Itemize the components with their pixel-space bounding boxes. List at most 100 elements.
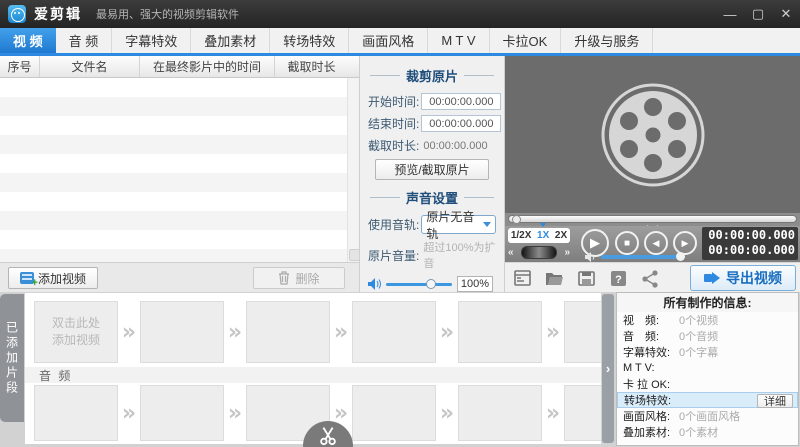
rewind-button[interactable]: «	[508, 247, 514, 258]
file-list-actions: 添加视频 删除	[0, 262, 360, 292]
added-clips-tab[interactable]: 已添加片段	[0, 294, 24, 422]
tab-subtitle-fx[interactable]: 字幕特效	[112, 28, 192, 53]
audio-track-select[interactable]: 原片无音轨	[421, 210, 496, 241]
speed-half-button[interactable]: 1/2X	[511, 230, 532, 241]
add-video-icon	[19, 272, 38, 289]
volume-slider-thumb[interactable]	[425, 278, 436, 289]
save-icon[interactable]	[577, 269, 596, 288]
scissors-icon	[320, 427, 336, 446]
column-filename: 文件名	[40, 56, 140, 77]
clip-section-title: 裁剪原片	[370, 66, 495, 85]
video-slot-placeholder[interactable]: 双击此处 添加视频	[34, 301, 118, 363]
video-slot[interactable]	[140, 301, 224, 363]
audio-slot[interactable]	[564, 385, 601, 441]
export-video-button[interactable]: 导出视频	[690, 265, 796, 291]
video-preview	[505, 56, 800, 213]
info-row-style: 画面风格: 0个画面风格	[623, 411, 741, 423]
transition-arrow-icon[interactable]: »	[118, 401, 140, 426]
end-time-input[interactable]	[421, 115, 502, 132]
info-panel-title: 所有制作的信息:	[617, 293, 798, 312]
info-row-overlay: 叠加素材: 0个素材	[623, 427, 719, 439]
audio-slot[interactable]	[34, 385, 118, 441]
column-final-time: 在最终影片中的时间	[140, 56, 275, 77]
clip-settings-panel: 裁剪原片 开始时间: 结束时间: 截取时长: 00:00:00.000 预览/截…	[360, 56, 505, 348]
file-list-scrollbar[interactable]	[347, 78, 360, 262]
export-icon	[704, 272, 720, 284]
maximize-button[interactable]: ▢	[744, 0, 772, 28]
column-clip-length: 截取时长	[287, 60, 336, 74]
tab-video[interactable]: 视 频	[0, 28, 56, 53]
audio-track-label: 音 频	[39, 368, 73, 383]
tab-upgrade[interactable]: 升级与服务	[561, 28, 654, 53]
transition-arrow-icon[interactable]: »	[330, 320, 352, 345]
audio-track-label: 使用音轨:	[368, 218, 420, 232]
transition-arrow-icon[interactable]: »	[542, 320, 564, 345]
production-info-panel: 所有制作的信息: 视 频: 0个视频 音 频: 0个音频 字幕特效: 0个字幕 M T…	[616, 292, 799, 446]
player-volume-slider[interactable]	[601, 252, 685, 261]
start-time-input[interactable]	[421, 93, 502, 110]
add-video-label: 添加视频	[37, 271, 86, 286]
transition-arrow-icon[interactable]: »	[436, 401, 458, 426]
audio-track-value: 原片无音轨	[426, 209, 475, 241]
transition-arrow-icon[interactable]: »	[542, 401, 564, 426]
open-folder-icon[interactable]	[545, 269, 564, 288]
info-row-karaoke: 卡 拉 OK:	[623, 379, 671, 391]
audio-slot[interactable]	[140, 385, 224, 441]
time-total: 00:00:00.000	[708, 243, 795, 257]
tab-transition-fx[interactable]: 转场特效	[270, 28, 350, 53]
time-display: 00:00:00.000 00:00:00.000	[702, 227, 798, 260]
preview-clip-button[interactable]: 预览/截取原片	[375, 159, 489, 180]
time-elapsed: 00:00:00.000	[708, 228, 795, 242]
tab-mtv[interactable]: M T V	[428, 28, 490, 53]
speed-1x-button[interactable]: 1X	[537, 223, 549, 241]
minimize-button[interactable]: —	[716, 0, 744, 28]
info-row-mtv: M T V:	[623, 362, 655, 374]
transition-arrow-icon[interactable]: »	[436, 320, 458, 345]
fast-forward-button[interactable]: »	[564, 247, 570, 258]
tab-overlay[interactable]: 叠加素材	[191, 28, 271, 53]
transition-arrow-icon[interactable]: »	[224, 320, 246, 345]
seek-bar-row	[505, 213, 800, 226]
share-icon[interactable]	[641, 269, 660, 288]
app-name: 爱剪辑	[34, 6, 82, 22]
help-icon[interactable]: ?	[609, 269, 628, 288]
close-button[interactable]: ✕	[772, 0, 800, 28]
audio-track-strip: 音 频	[25, 367, 601, 383]
video-slot[interactable]	[352, 301, 436, 363]
info-row-subtitle: 字幕特效: 0个字幕	[623, 347, 719, 359]
seek-thumb[interactable]	[512, 215, 521, 224]
app-logo-icon	[8, 5, 26, 23]
speed-2x-button[interactable]: 2X	[555, 230, 567, 241]
tab-picture-style[interactable]: 画面风格	[349, 28, 429, 53]
volume-slider[interactable]	[386, 278, 452, 289]
info-row-transition: 转场特效: 详细	[617, 392, 798, 408]
volume-hint: 超过100%为扩音	[423, 242, 496, 270]
mtv-export-icon[interactable]	[513, 269, 532, 288]
video-slot[interactable]	[458, 301, 542, 363]
jog-controls: « »	[508, 245, 570, 259]
file-list-body[interactable]	[0, 78, 347, 262]
video-slot[interactable]	[246, 301, 330, 363]
file-list-header: 序号 文件名 在最终影片中的时间 截取时长	[0, 56, 359, 78]
player-volume-thumb[interactable]	[676, 252, 685, 261]
audio-slot[interactable]	[458, 385, 542, 441]
add-video-button[interactable]: 添加视频	[8, 267, 98, 289]
tab-karaoke[interactable]: 卡拉OK	[490, 28, 562, 53]
clip-length-value: 00:00:00.000	[423, 139, 488, 152]
transition-arrow-icon[interactable]: »	[118, 320, 140, 345]
volume-value[interactable]: 100%	[457, 276, 493, 292]
delete-button[interactable]: 删除	[253, 267, 345, 289]
playback-speed-selector: 1/2X 1X 2X	[508, 223, 570, 243]
transition-detail-button[interactable]: 详细	[757, 394, 793, 408]
video-slot[interactable]	[564, 301, 601, 363]
chevron-down-icon	[483, 222, 491, 227]
transition-arrow-icon[interactable]: »	[224, 401, 246, 426]
player-speaker-icon	[585, 252, 595, 262]
jog-wheel[interactable]	[521, 245, 557, 259]
audio-slot[interactable]	[352, 385, 436, 441]
tab-audio[interactable]: 音 频	[56, 28, 113, 53]
info-panel-toggle[interactable]: ›	[602, 294, 614, 443]
delete-label: 删除	[295, 271, 320, 286]
volume-label: 原片音量:	[368, 248, 420, 263]
film-reel-icon	[601, 83, 704, 186]
